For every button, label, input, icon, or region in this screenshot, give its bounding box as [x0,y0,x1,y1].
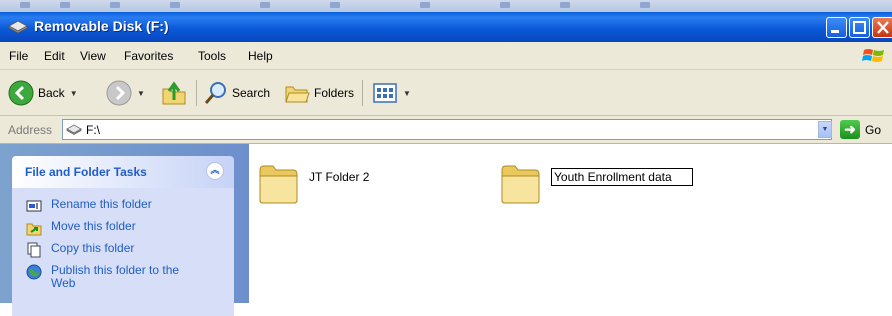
windows-logo-icon [862,49,884,62]
task-label: Move this folder [51,219,136,233]
menu-file[interactable]: File [9,49,28,63]
toolbar-separator [362,80,363,106]
file-folder-tasks-panel: File and Folder Tasks ︽ Rename this fold… [12,156,234,316]
go-button[interactable]: ➜ Go [840,120,881,139]
views-dropdown-icon[interactable]: ▼ [403,89,411,98]
back-button[interactable]: Back ▼ [8,79,78,107]
task-label: Copy this folder [51,241,135,255]
address-input[interactable]: F:\ [62,119,832,140]
search-label: Search [232,86,271,100]
folders-label: Folders [314,86,355,100]
move-icon [26,223,42,236]
forward-arrow-icon [106,80,132,106]
standard-toolbar: Back ▼ ▼ Search Folders ▼ [0,70,892,116]
go-label: Go [865,122,882,137]
file-list-area[interactable]: JT Folder 2 Youth Enrollment data [249,144,892,303]
views-button[interactable]: ▼ [372,79,411,107]
removable-drive-icon [66,124,82,135]
close-button[interactable] [872,17,892,38]
views-icon [373,83,397,103]
address-dropdown-button[interactable]: ▼ [818,121,832,138]
address-label: Address [8,123,53,137]
back-dropdown-icon[interactable]: ▼ [70,89,78,98]
up-folder-button[interactable] [160,79,188,107]
search-icon [204,82,226,104]
address-bar: Address F:\ ▼ ➜ Go [0,116,892,144]
folder-icon [259,165,298,204]
collapse-chevron-icon[interactable]: ︽ [206,162,224,180]
removable-drive-icon [8,20,28,34]
task-panel-header[interactable]: File and Folder Tasks ︽ [12,156,234,188]
menu-bar: File Edit View Favorites Tools Help [0,42,892,70]
task-rename-folder[interactable]: Rename this folder [26,198,152,214]
folders-icon [285,86,310,103]
close-icon [877,21,889,34]
minimize-icon [831,30,839,33]
publish-icon [26,264,42,280]
folders-button[interactable]: Folders [284,79,354,107]
menu-help[interactable]: Help [248,49,273,63]
back-arrow-icon [8,80,34,106]
task-pane: File and Folder Tasks ︽ Rename this fold… [0,144,249,316]
maximize-button[interactable] [849,17,870,38]
copy-icon [27,242,41,258]
up-folder-icon [162,81,186,105]
forward-dropdown-icon[interactable]: ▼ [137,89,145,98]
address-value: F:\ [86,123,100,137]
folder-rename-input[interactable]: Youth Enrollment data [551,168,693,186]
folder-item[interactable]: JT Folder 2 [257,156,369,206]
menu-tools[interactable]: Tools [198,49,226,63]
title-bar[interactable]: Removable Disk (F:) [0,12,892,42]
task-move-folder[interactable]: Move this folder [26,220,136,236]
task-publish-folder[interactable]: Publish this folder to the Web [26,264,191,290]
menu-edit[interactable]: Edit [44,49,65,63]
task-label: Rename this folder [51,197,152,211]
rename-icon [26,200,42,212]
folder-icon [501,165,540,204]
maximize-icon [853,21,866,34]
menu-favorites[interactable]: Favorites [124,49,173,63]
minimize-button[interactable] [826,17,847,38]
task-label: Publish this folder to the Web [51,263,180,290]
window-title: Removable Disk (F:) [34,18,169,34]
folder-name: JT Folder 2 [309,170,370,184]
search-button[interactable]: Search [204,79,270,107]
back-label: Back [38,86,65,100]
task-panel-title: File and Folder Tasks [25,165,147,179]
task-copy-folder[interactable]: Copy this folder [26,242,134,258]
task-list: Rename this folder Move this folder Copy… [12,188,234,316]
folder-item[interactable]: Youth Enrollment data [499,156,693,206]
go-arrow-icon: ➜ [840,120,860,139]
toolbar-separator [196,80,197,106]
background-window-strip [0,0,892,12]
forward-button[interactable]: ▼ [106,79,145,107]
menu-view[interactable]: View [80,49,106,63]
